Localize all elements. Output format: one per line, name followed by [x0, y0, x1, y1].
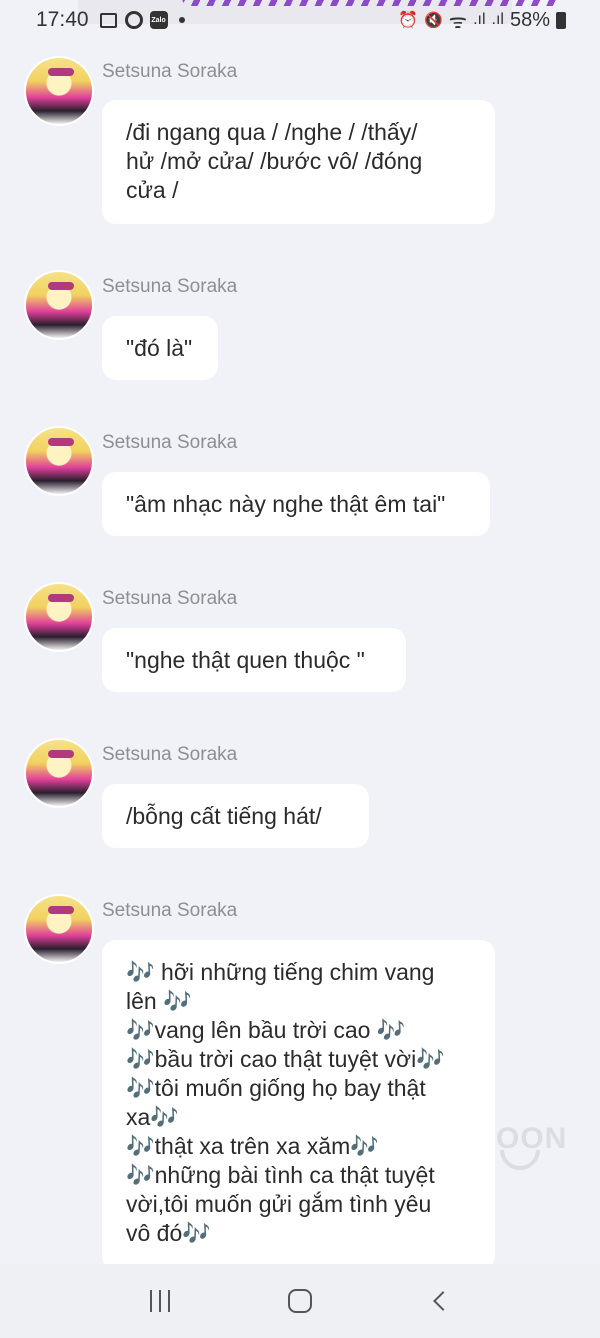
- gallery-icon: [100, 11, 118, 29]
- watermark-smile: [500, 1150, 540, 1170]
- alarm-icon: ⏰: [398, 12, 419, 29]
- status-bar: 17:40 Zalo ⏰ 🔇 ᯤ .ıl .ıl 58%: [0, 0, 600, 40]
- sender-name: Setsuna Soraka: [102, 744, 238, 765]
- mute-icon: 🔇: [424, 12, 443, 29]
- avatar[interactable]: [24, 894, 94, 964]
- back-icon: [433, 1291, 453, 1311]
- message-line: 🎶những bài tình ca thật tuyệt: [126, 1162, 435, 1188]
- recents-icon: [150, 1290, 170, 1312]
- message-line: "âm nhạc này nghe thật êm tai": [126, 491, 446, 517]
- avatar[interactable]: [24, 738, 94, 808]
- navigation-bar: [0, 1264, 600, 1338]
- message-bubble[interactable]: "đó là": [102, 316, 218, 380]
- message-line: hử /mở cửa/ /bước vô/ /đóng: [126, 148, 423, 174]
- message-line: 🎶thật xa trên xa xăm🎶: [126, 1133, 379, 1159]
- message-line: 🎶 hỡi những tiếng chim vang: [126, 959, 435, 985]
- message-line: 🎶bầu trời cao thật tuyệt vời🎶: [126, 1046, 445, 1072]
- message-line: 🎶vang lên bầu trời cao 🎶: [126, 1017, 406, 1043]
- status-time: 17:40: [36, 8, 89, 31]
- message-line: /bỗng cất tiếng hát/: [126, 803, 322, 829]
- home-icon: [288, 1289, 312, 1313]
- circle-app-icon: [124, 11, 143, 29]
- message-line: vô đó🎶: [126, 1220, 211, 1246]
- message-bubble[interactable]: "âm nhạc này nghe thật êm tai": [102, 472, 490, 536]
- message-line: /đi ngang qua / /nghe / /thấy/: [126, 119, 418, 145]
- avatar[interactable]: [24, 56, 94, 126]
- status-left: 17:40 Zalo: [36, 8, 185, 32]
- battery-label: 58%: [509, 8, 550, 31]
- message-bubble[interactable]: /bỗng cất tiếng hát/: [102, 784, 369, 848]
- message-line: cửa /: [126, 177, 179, 203]
- signal-icon: .ıl: [473, 11, 486, 28]
- home-button[interactable]: [276, 1277, 324, 1325]
- sender-name: Setsuna Soraka: [102, 61, 238, 82]
- message-line: vời,tôi muốn gửi gắm tình yêu: [126, 1191, 432, 1217]
- sender-name: Setsuna Soraka: [102, 588, 238, 609]
- dot-icon: [178, 17, 185, 23]
- message-line: "nghe thật quen thuộc ": [126, 647, 365, 673]
- avatar[interactable]: [24, 426, 94, 496]
- avatar[interactable]: [24, 582, 94, 652]
- message-line: 🎶tôi muốn giống họ bay thật: [126, 1075, 426, 1101]
- message-bubble[interactable]: 🎶 hỡi những tiếng chim vang lên 🎶 🎶vang …: [102, 940, 495, 1270]
- sender-name: Setsuna Soraka: [102, 276, 238, 297]
- message-bubble[interactable]: /đi ngang qua / /nghe / /thấy/ hử /mở cử…: [102, 100, 495, 224]
- message-bubble[interactable]: "nghe thật quen thuộc ": [102, 628, 406, 692]
- recents-button[interactable]: [136, 1277, 184, 1325]
- sender-name: Setsuna Soraka: [102, 900, 238, 921]
- zalo-icon: Zalo: [149, 11, 168, 29]
- wifi-icon: ᯤ: [448, 10, 468, 33]
- status-right: ⏰ 🔇 ᯤ .ıl .ıl 58%: [398, 7, 566, 34]
- sender-name: Setsuna Soraka: [102, 432, 238, 453]
- message-line: xa🎶: [126, 1104, 179, 1130]
- message-line: "đó là": [126, 335, 193, 361]
- battery-icon: [556, 11, 566, 29]
- back-button[interactable]: [416, 1277, 464, 1325]
- avatar[interactable]: [24, 270, 94, 340]
- message-line: lên 🎶: [126, 988, 192, 1014]
- signal-icon: .ıl: [491, 11, 504, 28]
